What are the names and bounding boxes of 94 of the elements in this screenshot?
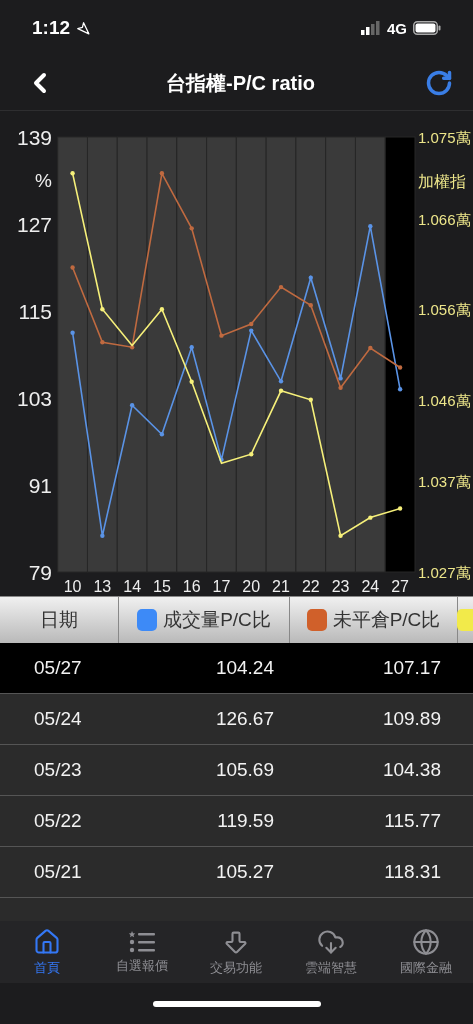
data-point [219,333,224,338]
data-point [397,365,403,370]
category-label: 13 [93,578,112,595]
category-label: 24 [361,578,380,595]
refresh-button[interactable] [425,69,453,97]
tab-bar-item[interactable]: 自選報價 [94,921,190,983]
category-label: 10 [63,578,82,595]
axis-tick-label: 103 [16,387,52,410]
table-cell-text: 05/23 [33,759,83,781]
column-header: 日期 [40,608,78,632]
data-point [159,432,165,437]
cloud-download-icon [317,927,346,956]
data-point [100,533,105,538]
table-cell-text: 115.77 [383,810,442,832]
data-point [100,340,105,345]
table-cell-text: 105.69 [214,759,275,781]
data-point [219,457,224,462]
data-point [338,533,343,538]
data-point [189,379,194,384]
data-point [368,224,373,229]
network-type: 4G [387,19,407,37]
data-point [70,171,75,176]
tab-bar-item[interactable]: 交易功能 [189,921,284,983]
tab-bar-item[interactable]: 首頁 [0,921,95,983]
data-point [368,515,373,520]
refresh-icon [425,69,453,97]
data-point [70,265,75,270]
table-cell-text: 104.38 [381,759,442,781]
axis-tick-label: 1.066萬 [418,210,471,228]
page-title: 台指權-P/C ratio [166,70,315,96]
data-point [308,303,313,308]
category-label: 22 [301,578,320,595]
table-cell-text: 107.17 [381,657,442,679]
column-header: 成交量P/C比 [163,608,271,632]
axis-unit: % [35,170,52,191]
data-point [159,307,165,312]
data-point [189,345,194,350]
axis-tick-label: 1.075萬 [418,129,471,146]
axis-tick-label: 1.056萬 [418,301,471,319]
data-point [159,171,165,176]
data-point [278,379,284,384]
tab-bar-item[interactable]: 國際金融 [378,921,473,983]
table-cell-text: 05/21 [33,861,83,883]
home-icon [33,927,62,956]
location-arrow-icon [76,21,91,35]
axis-tick-label: 1.046萬 [418,391,471,409]
category-label: 27 [391,578,409,595]
data-point [397,387,403,392]
category-label: 14 [123,578,142,595]
data-point [129,403,135,408]
data-point [308,275,313,280]
data-point [397,506,403,511]
table-cell-text: 05/24 [33,708,83,730]
globe-icon [411,927,440,956]
table-cell-text: 104.24 [214,657,275,679]
table-cell-text: 05/22 [33,810,83,832]
table-row[interactable]: 05/27 104.24 107.17 [0,643,473,694]
star-list-icon [127,929,156,954]
table-cell-text: 118.31 [383,861,442,883]
data-point [189,226,194,231]
category-label: 23 [331,578,350,595]
table-cell-text: 119.59 [216,810,275,832]
category-label: 20 [242,578,261,595]
category-label: 16 [182,578,201,595]
table-cell-text: 105.27 [214,861,275,883]
axis-tick-label: 1.037萬 [418,473,471,491]
tab-bar-item[interactable]: 雲端智慧 [283,921,379,983]
category-label: 15 [153,578,171,595]
data-point [278,284,284,290]
signal-icon [361,21,381,35]
table-cell-text: 126.67 [214,708,275,730]
table-cell-text: 05/27 [33,657,83,679]
axis-title: 加權指 [418,173,466,190]
category-label: 17 [212,578,231,595]
data-point [308,397,313,402]
battery-icon [413,21,441,35]
table-cell-text: 109.89 [381,708,442,730]
column-header: 未平倉P/C比 [332,608,441,632]
data-point [278,388,284,393]
axis-tick-label: 127 [16,213,52,236]
data-point [129,345,135,350]
data-point [368,345,373,351]
data-point [100,307,105,312]
status-time: 1:12 [32,17,71,39]
data-point [249,452,254,457]
axis-tick-label: 79 [28,561,52,584]
axis-tick-label: 91 [28,474,52,497]
axis-tick-label: 1.027萬 [418,564,471,581]
axis-tick-label: 139 [16,126,52,149]
category-label: 21 [272,578,290,595]
data-point [338,385,343,391]
data-point [70,330,75,335]
data-point [338,376,343,381]
axis-tick-label: 115 [18,300,52,323]
